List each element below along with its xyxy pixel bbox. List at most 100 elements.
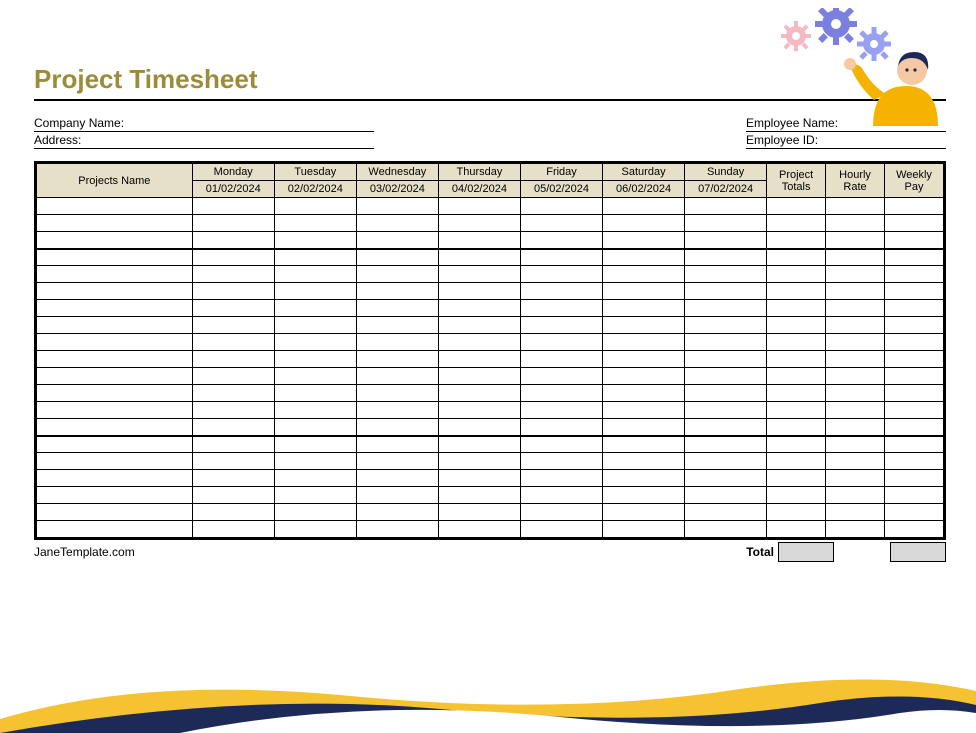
- table-cell[interactable]: [192, 453, 274, 470]
- table-cell[interactable]: [356, 504, 438, 521]
- table-cell[interactable]: [37, 317, 193, 334]
- table-cell[interactable]: [192, 198, 274, 215]
- table-cell[interactable]: [685, 436, 767, 453]
- table-row[interactable]: [37, 470, 944, 487]
- table-cell[interactable]: [826, 470, 885, 487]
- table-cell[interactable]: [885, 402, 944, 419]
- table-cell[interactable]: [274, 453, 356, 470]
- total-project-box[interactable]: [778, 542, 834, 562]
- table-cell[interactable]: [826, 198, 885, 215]
- table-cell[interactable]: [826, 368, 885, 385]
- table-cell[interactable]: [685, 334, 767, 351]
- table-cell[interactable]: [603, 283, 685, 300]
- table-cell[interactable]: [685, 521, 767, 538]
- table-row[interactable]: [37, 402, 944, 419]
- table-cell[interactable]: [356, 521, 438, 538]
- table-cell[interactable]: [885, 419, 944, 436]
- table-cell[interactable]: [603, 215, 685, 232]
- table-cell[interactable]: [826, 283, 885, 300]
- table-cell[interactable]: [356, 283, 438, 300]
- table-cell[interactable]: [356, 249, 438, 266]
- table-cell[interactable]: [274, 419, 356, 436]
- table-cell[interactable]: [274, 283, 356, 300]
- table-cell[interactable]: [826, 215, 885, 232]
- table-cell[interactable]: [356, 300, 438, 317]
- table-cell[interactable]: [274, 351, 356, 368]
- table-row[interactable]: [37, 351, 944, 368]
- table-cell[interactable]: [192, 521, 274, 538]
- table-cell[interactable]: [826, 266, 885, 283]
- table-cell[interactable]: [685, 300, 767, 317]
- table-cell[interactable]: [685, 402, 767, 419]
- table-cell[interactable]: [37, 334, 193, 351]
- table-cell[interactable]: [37, 453, 193, 470]
- table-cell[interactable]: [192, 487, 274, 504]
- employee-id-field[interactable]: Employee ID:: [746, 132, 946, 149]
- table-row[interactable]: [37, 198, 944, 215]
- table-cell[interactable]: [192, 317, 274, 334]
- total-weekly-box[interactable]: [890, 542, 946, 562]
- table-cell[interactable]: [885, 436, 944, 453]
- table-cell[interactable]: [37, 385, 193, 402]
- table-cell[interactable]: [603, 334, 685, 351]
- table-cell[interactable]: [520, 470, 602, 487]
- table-cell[interactable]: [356, 470, 438, 487]
- table-cell[interactable]: [603, 402, 685, 419]
- table-cell[interactable]: [37, 368, 193, 385]
- table-cell[interactable]: [37, 198, 193, 215]
- table-row[interactable]: [37, 232, 944, 249]
- table-cell[interactable]: [885, 385, 944, 402]
- table-cell[interactable]: [685, 504, 767, 521]
- table-cell[interactable]: [37, 521, 193, 538]
- table-cell[interactable]: [885, 521, 944, 538]
- table-cell[interactable]: [767, 198, 826, 215]
- table-cell[interactable]: [767, 453, 826, 470]
- table-row[interactable]: [37, 419, 944, 436]
- table-cell[interactable]: [685, 385, 767, 402]
- table-cell[interactable]: [356, 436, 438, 453]
- table-cell[interactable]: [826, 521, 885, 538]
- table-cell[interactable]: [37, 487, 193, 504]
- table-cell[interactable]: [520, 368, 602, 385]
- table-cell[interactable]: [438, 487, 520, 504]
- table-cell[interactable]: [826, 487, 885, 504]
- table-cell[interactable]: [37, 419, 193, 436]
- table-cell[interactable]: [885, 504, 944, 521]
- table-cell[interactable]: [438, 317, 520, 334]
- table-cell[interactable]: [603, 232, 685, 249]
- table-cell[interactable]: [356, 232, 438, 249]
- table-cell[interactable]: [438, 283, 520, 300]
- table-row[interactable]: [37, 521, 944, 538]
- table-cell[interactable]: [603, 198, 685, 215]
- table-cell[interactable]: [603, 453, 685, 470]
- table-cell[interactable]: [685, 453, 767, 470]
- table-cell[interactable]: [37, 402, 193, 419]
- table-cell[interactable]: [885, 351, 944, 368]
- table-cell[interactable]: [685, 470, 767, 487]
- table-cell[interactable]: [438, 300, 520, 317]
- table-cell[interactable]: [438, 402, 520, 419]
- table-cell[interactable]: [274, 317, 356, 334]
- table-cell[interactable]: [520, 198, 602, 215]
- table-cell[interactable]: [603, 385, 685, 402]
- table-cell[interactable]: [767, 249, 826, 266]
- table-cell[interactable]: [274, 198, 356, 215]
- table-cell[interactable]: [37, 436, 193, 453]
- table-cell[interactable]: [885, 317, 944, 334]
- table-cell[interactable]: [603, 368, 685, 385]
- table-cell[interactable]: [826, 334, 885, 351]
- table-cell[interactable]: [603, 317, 685, 334]
- table-cell[interactable]: [438, 334, 520, 351]
- table-cell[interactable]: [685, 487, 767, 504]
- table-cell[interactable]: [767, 300, 826, 317]
- table-row[interactable]: [37, 436, 944, 453]
- table-cell[interactable]: [37, 266, 193, 283]
- table-cell[interactable]: [37, 351, 193, 368]
- table-cell[interactable]: [685, 419, 767, 436]
- table-row[interactable]: [37, 249, 944, 266]
- table-cell[interactable]: [192, 232, 274, 249]
- table-cell[interactable]: [520, 317, 602, 334]
- table-cell[interactable]: [685, 249, 767, 266]
- table-cell[interactable]: [603, 487, 685, 504]
- table-cell[interactable]: [685, 215, 767, 232]
